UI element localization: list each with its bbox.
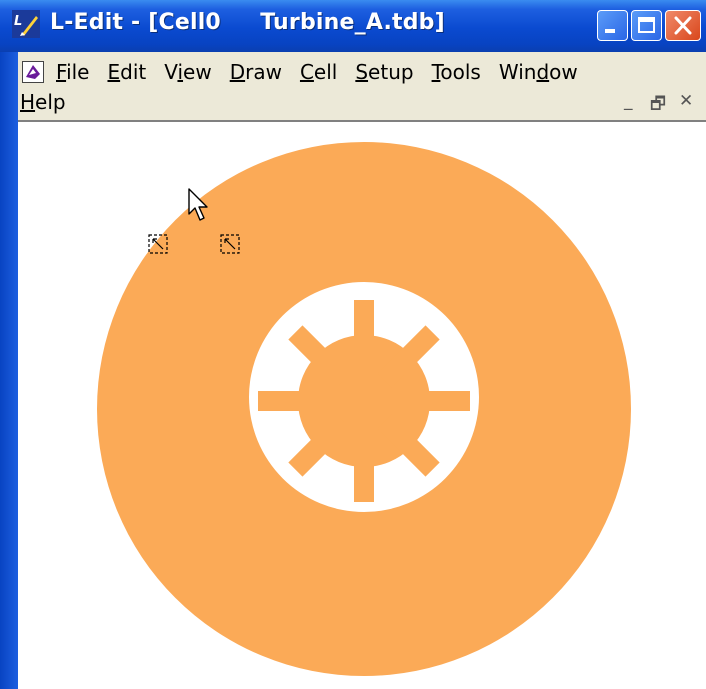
- menu-draw[interactable]: Draw: [228, 60, 284, 84]
- menu-row: File Edit View Draw Cell Setup Tools Win…: [18, 57, 594, 87]
- selection-handle-icon[interactable]: [220, 234, 240, 254]
- maximize-button[interactable]: [631, 10, 662, 41]
- minimize-icon: [605, 29, 615, 33]
- mdi-close-button[interactable]: ✕: [679, 91, 693, 111]
- minimize-button[interactable]: [597, 10, 628, 41]
- mdi-minimize-button[interactable]: _: [624, 91, 633, 111]
- close-icon: [674, 16, 692, 35]
- layout-canvas[interactable]: [18, 120, 706, 689]
- menu-window[interactable]: Window: [497, 60, 580, 84]
- l-edit-app-icon[interactable]: L: [12, 10, 40, 38]
- menu-setup[interactable]: Setup: [353, 60, 415, 84]
- mouse-pointer-icon: [188, 188, 208, 221]
- menu-edit[interactable]: Edit: [105, 60, 148, 84]
- window-title: L-Edit - [Cell0 Turbine_A.tdb]: [50, 10, 445, 35]
- menu-view[interactable]: View: [162, 60, 213, 84]
- menu-bar: File Edit View Draw Cell Setup Tools Win…: [18, 52, 706, 120]
- turbine-layout[interactable]: [18, 122, 704, 689]
- mdi-restore-button[interactable]: 🗗: [650, 91, 666, 120]
- l-edit-window: L L-Edit - [Cell0 Turbine_A.tdb] File Ed…: [0, 0, 706, 689]
- maximize-icon: [638, 17, 655, 33]
- document-icon[interactable]: [22, 61, 44, 83]
- menu-tools[interactable]: Tools: [430, 60, 483, 84]
- menu-row: Help: [18, 87, 82, 117]
- window-frame-left: [0, 52, 18, 689]
- selection-handle-icon[interactable]: [148, 234, 168, 254]
- menu-help[interactable]: Help: [18, 90, 68, 114]
- svg-text:L: L: [14, 14, 22, 29]
- close-button[interactable]: [665, 10, 701, 41]
- menu-file[interactable]: File: [54, 60, 91, 84]
- title-bar[interactable]: L L-Edit - [Cell0 Turbine_A.tdb]: [0, 0, 706, 52]
- menu-cell[interactable]: Cell: [298, 60, 339, 84]
